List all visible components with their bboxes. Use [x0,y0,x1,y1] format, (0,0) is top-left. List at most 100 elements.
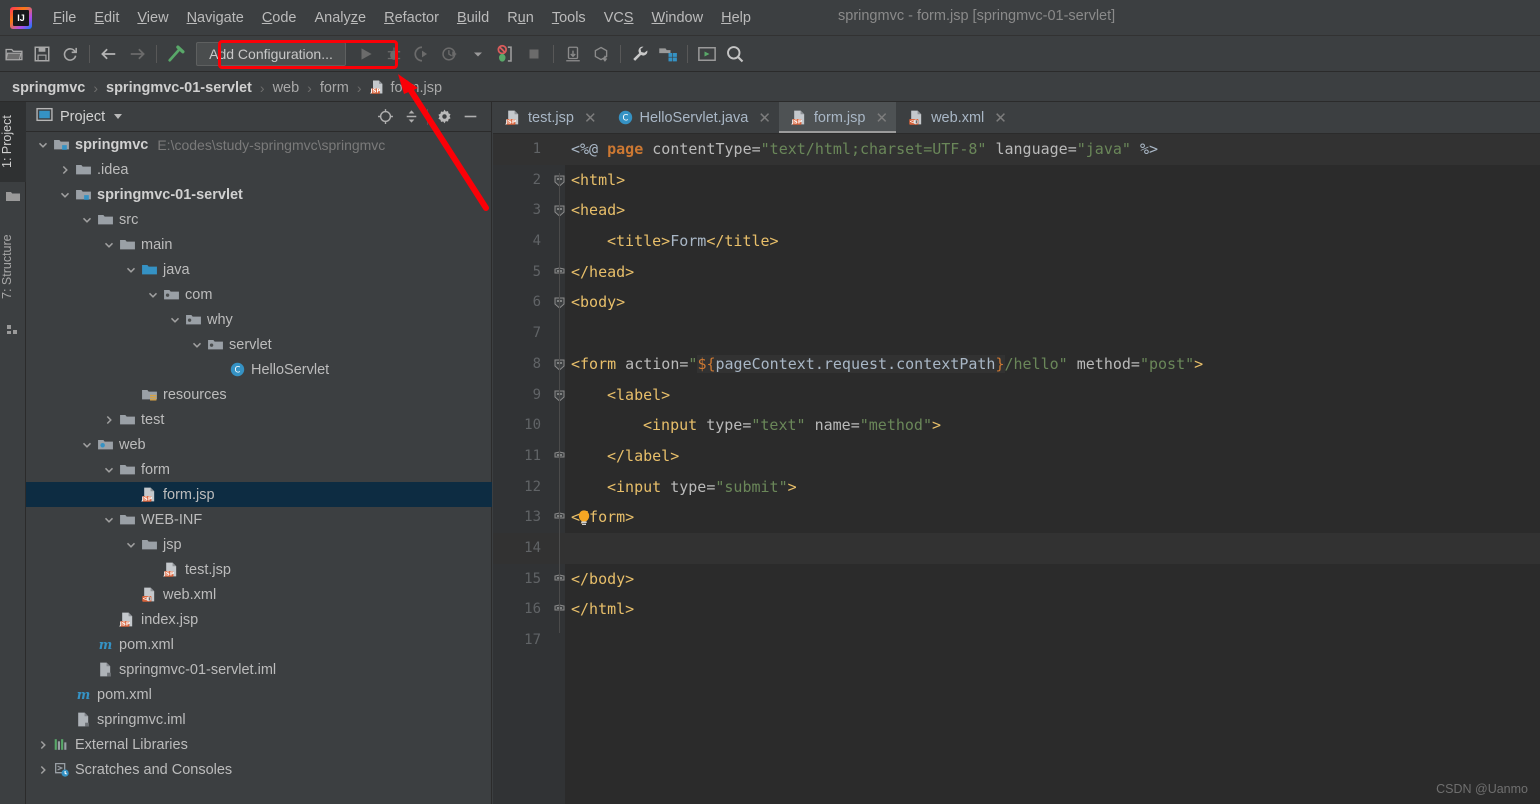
settings-wrench-icon[interactable] [626,40,654,68]
menu-item-tools[interactable]: Tools [543,7,595,29]
tree-node-web-xml[interactable]: < web.xml [26,582,492,607]
tab-test-jsp[interactable]: JSP test.jsp ✕ [493,102,605,133]
tree-node-index-jsp[interactable]: JSP index.jsp [26,607,492,632]
code-line-3[interactable]: 3 <head> [493,195,1540,226]
save-all-icon[interactable] [28,40,56,68]
tree-node-web[interactable]: web [26,432,492,457]
tree-node-external-libraries[interactable]: External Libraries [26,732,492,757]
code-line-11[interactable]: 11 </label> [493,441,1540,472]
tree-node-pom-xml[interactable]: m pom.xml [26,682,492,707]
menu-item-view[interactable]: View [128,7,177,29]
chevron-down-icon[interactable] [124,263,138,277]
build-hammer-icon[interactable] [162,40,190,68]
menu-item-analyze[interactable]: Analyze [306,7,376,29]
tree-node-springmvc-01-servlet-iml[interactable]: springmvc-01-servlet.iml [26,657,492,682]
update-project-icon[interactable] [559,40,587,68]
back-arrow-icon[interactable] [95,40,123,68]
run-icon[interactable] [352,40,380,68]
menu-item-run[interactable]: Run [498,7,543,29]
menu-item-code[interactable]: Code [253,7,306,29]
breadcrumb-item-springmvc-01-servlet[interactable]: springmvc-01-servlet [106,80,252,96]
profile-icon[interactable] [436,40,464,68]
breadcrumb-item-form[interactable]: form [320,80,349,96]
chevron-down-icon[interactable] [114,114,123,119]
chevron-down-icon[interactable] [80,438,94,452]
tree-node-com[interactable]: com [26,282,492,307]
sidebar-item-project[interactable]: 1: Project [0,102,26,182]
code-line-5[interactable]: 5 </head> [493,257,1540,288]
chevron-right-icon[interactable] [36,738,50,752]
code-line-6[interactable]: 6 <body> [493,287,1540,318]
menu-item-refactor[interactable]: Refactor [375,7,448,29]
tab-helloservlet-java[interactable]: C HelloServlet.java ✕ [605,102,779,133]
hide-icon[interactable] [457,104,483,130]
code-editor[interactable]: 1 <%@ page contentType="text/html;charset… [493,134,1540,804]
chevron-right-icon[interactable] [102,413,116,427]
debug-icon[interactable] [380,40,408,68]
tree-node--idea[interactable]: .idea [26,157,492,182]
menu-item-navigate[interactable]: Navigate [178,7,253,29]
tree-node-springmvc-iml[interactable]: springmvc.iml [26,707,492,732]
tree-node-java[interactable]: java [26,257,492,282]
chevron-down-icon[interactable] [102,238,116,252]
menu-item-window[interactable]: Window [643,7,713,29]
project-structure-icon[interactable] [654,40,682,68]
open-project-icon[interactable] [0,40,28,68]
breadcrumb-item-form-jsp[interactable]: JSP form.jsp [370,79,443,96]
code-line-10[interactable]: 10 <input type="text" name="method"> [493,410,1540,441]
tree-node-why[interactable]: why [26,307,492,332]
tree-node-form[interactable]: form [26,457,492,482]
code-line-8[interactable]: 8 <form action="${pageContext.request.con… [493,349,1540,380]
sidebar-item-structure[interactable]: 7: Structure [0,218,26,316]
code-line-15[interactable]: 15 </body> [493,564,1540,595]
chevron-down-icon[interactable] [146,288,160,302]
code-line-17[interactable]: 17 [493,625,1540,656]
collapse-all-icon[interactable] [398,104,424,130]
tree-node-jsp[interactable]: jsp [26,532,492,557]
forward-arrow-icon[interactable] [123,40,151,68]
chevron-down-icon[interactable] [58,188,72,202]
code-line-1[interactable]: 1 <%@ page contentType="text/html;charset… [493,134,1540,165]
menu-item-help[interactable]: Help [712,7,760,29]
chevron-down-icon[interactable] [464,40,492,68]
code-line-16[interactable]: 16 </html> [493,594,1540,625]
preview-icon[interactable] [693,40,721,68]
tree-node-web-inf[interactable]: WEB-INF [26,507,492,532]
tree-node-helloservlet[interactable]: C HelloServlet [26,357,492,382]
close-icon[interactable]: ✕ [758,109,771,127]
chevron-down-icon[interactable] [102,513,116,527]
close-icon[interactable]: ✕ [875,109,888,127]
stop-breakpoint-icon[interactable] [492,40,520,68]
tree-node-test-jsp[interactable]: JSP test.jsp [26,557,492,582]
breadcrumb-item-web[interactable]: web [273,80,300,96]
close-icon[interactable]: ✕ [584,109,597,127]
tree-node-springmvc-01-servlet[interactable]: springmvc-01-servlet [26,182,492,207]
tree-node-pom-xml[interactable]: m pom.xml [26,632,492,657]
tree-node-main[interactable]: main [26,232,492,257]
stop-icon[interactable] [520,40,548,68]
project-tree[interactable]: springmvc E:\codes\study-springmvc\spring… [26,132,492,804]
menu-item-file[interactable]: File [44,7,85,29]
locate-target-icon[interactable] [372,104,398,130]
chevron-right-icon[interactable] [36,763,50,777]
chevron-down-icon[interactable] [168,313,182,327]
code-line-14[interactable]: 14 [493,532,1540,564]
menu-item-edit[interactable]: Edit [85,7,128,29]
menu-item-vcs[interactable]: VCS [595,7,643,29]
chevron-down-icon[interactable] [102,463,116,477]
code-line-13[interactable]: 13 </form> [493,502,1540,533]
chevron-down-icon[interactable] [190,338,204,352]
tab-form-jsp[interactable]: JSP form.jsp ✕ [778,102,897,133]
tree-node-test[interactable]: test [26,407,492,432]
tree-node-resources[interactable]: resources [26,382,492,407]
chevron-down-icon[interactable] [80,213,94,227]
search-everywhere-icon[interactable] [721,40,749,68]
code-line-7[interactable]: 7 [493,318,1540,349]
chevron-down-icon[interactable] [36,138,50,152]
chevron-right-icon[interactable] [58,163,72,177]
run-with-coverage-icon[interactable] [408,40,436,68]
close-icon[interactable]: ✕ [994,109,1007,127]
sync-icon[interactable] [56,40,84,68]
tab-web-xml[interactable]: < web.xml ✕ [896,102,1015,133]
gear-icon[interactable] [431,104,457,130]
